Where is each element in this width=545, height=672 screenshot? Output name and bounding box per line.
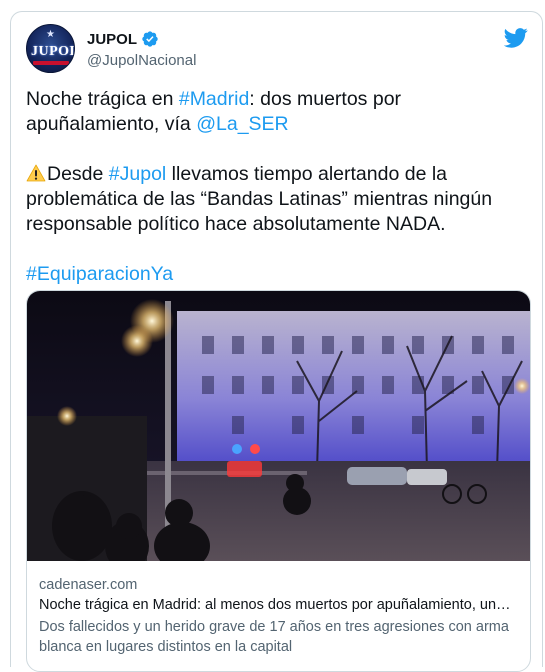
text-segment: Desde [47,163,109,185]
tweet-paragraph-1: Noche trágica en #Madrid: dos muertos po… [26,87,531,137]
verified-badge-icon [142,31,158,47]
card-meta[interactable]: cadenaser.com Noche trágica en Madrid: a… [39,575,520,657]
twitter-bird-icon[interactable] [504,28,528,48]
text-segment: Noche trágica en [26,88,179,110]
star-icon: ★ [46,29,55,40]
avatar-logo-text: JUPOL [31,44,75,59]
card-title[interactable]: Noche trágica en Madrid: al menos dos mu… [39,595,520,615]
mention-la-ser[interactable]: @La_SER [196,113,288,135]
tweet-header: ★ JUPOL JUPOL @JupolNacional [26,24,528,76]
card-domain: cadenaser.com [39,577,138,593]
hashtag-madrid[interactable]: #Madrid [179,88,249,110]
card-description: Dos fallecidos y un herido grave de 17 a… [39,619,509,655]
hashtag-jupol[interactable]: #Jupol [109,163,166,185]
author-handle[interactable]: @JupolNacional [87,52,196,69]
tweet-embed[interactable]: ★ JUPOL JUPOL @JupolNacional Noche trági… [10,11,543,672]
avatar[interactable]: ★ JUPOL [26,24,75,73]
avatar-band [33,61,69,65]
tweet-text: Noche trágica en #Madrid: dos muertos po… [26,87,531,312]
author-name-row: JUPOL [87,30,159,48]
link-card[interactable]: cadenaser.com Noche trágica en Madrid: a… [26,290,531,672]
card-image[interactable] [27,291,531,561]
tweet-paragraph-2: Desde #Jupol llevamos tiempo alertando d… [26,162,531,237]
tweet-paragraph-3: #EquiparacionYa [26,262,531,287]
author-name[interactable]: JUPOL [87,31,137,48]
warning-icon [26,164,46,182]
hashtag-equiparacionya[interactable]: #EquiparacionYa [26,263,173,285]
